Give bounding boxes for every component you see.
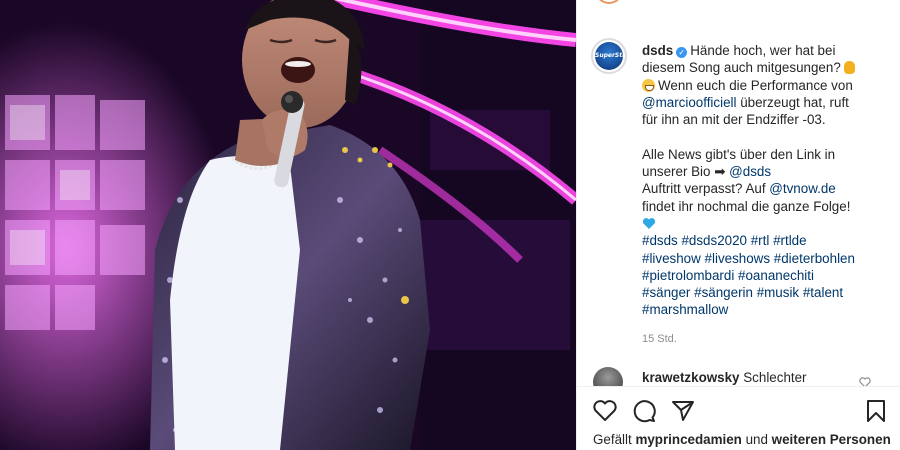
post-image[interactable] bbox=[0, 0, 576, 450]
bookmark-icon[interactable] bbox=[863, 398, 889, 424]
post-username[interactable]: dsds bbox=[642, 43, 673, 58]
blue-heart-emoji-icon bbox=[642, 218, 656, 229]
share-icon[interactable] bbox=[670, 398, 696, 424]
hashtag-link[interactable]: #musik bbox=[757, 285, 799, 300]
hashtag-line-2: #liveshow #liveshows #dieterbohlen bbox=[642, 250, 887, 267]
caption-text-7: unserer Bio ➡ bbox=[642, 164, 726, 180]
comment-item: krawetzkowsky Schlechter bbox=[642, 370, 807, 385]
likes-connector: und bbox=[745, 432, 768, 447]
caption-text-4: überzeugt hat, ruft bbox=[740, 94, 849, 110]
likes-prefix: Gefällt bbox=[593, 432, 632, 447]
hashtag-link[interactable]: #talent bbox=[803, 285, 843, 300]
comment-username[interactable]: krawetzkowsky bbox=[642, 370, 740, 385]
mention-link-tvnow[interactable]: @tvnow.de bbox=[769, 181, 835, 196]
hashtag-link[interactable]: #oananechiti bbox=[738, 268, 814, 283]
hashtag-link[interactable]: #dsds2020 bbox=[681, 233, 747, 248]
likes-others-link[interactable]: weiteren Personen bbox=[772, 432, 891, 447]
hashtag-link[interactable]: #sänger bbox=[642, 285, 690, 300]
hashtag-line-4: #sänger #sängerin #musik #talent bbox=[642, 284, 887, 301]
hashtag-line-5: #marshmallow bbox=[642, 301, 887, 318]
raised-hand-emoji-icon bbox=[843, 61, 855, 75]
comment-text: Schlechter bbox=[743, 370, 807, 385]
hashtag-line-1: #dsds #dsds2020 #rtl #rtlde bbox=[642, 232, 887, 249]
comment-icon[interactable] bbox=[631, 398, 657, 424]
caption-text-6: Alle News gibt's über den Link in bbox=[642, 146, 836, 162]
avatar-image: SuperStar bbox=[595, 42, 627, 70]
caption-text-5: für ihn an mit der Endziffer -03. bbox=[642, 112, 826, 128]
hashtag-link[interactable]: #rtlde bbox=[773, 233, 807, 248]
hashtag-link[interactable]: #liveshow bbox=[642, 251, 701, 266]
stage-performance-photo bbox=[0, 0, 576, 450]
story-ring-partial bbox=[595, 0, 623, 4]
grinning-face-emoji-icon bbox=[642, 78, 655, 92]
avatar-logo-text: SuperStar bbox=[595, 52, 627, 59]
hashtag-link[interactable]: #marshmallow bbox=[642, 302, 728, 317]
caption-text-9: findet ihr nochmal die ganze Folge! bbox=[642, 198, 851, 214]
mention-link-marcio[interactable]: @marcioofficiell bbox=[642, 95, 736, 110]
avatar[interactable]: SuperStar bbox=[591, 38, 627, 74]
caption-text-3: Wenn euch die Performance von bbox=[658, 77, 853, 93]
hashtag-line-3: #pietrolombardi #oananechiti bbox=[642, 267, 887, 284]
hashtag-link[interactable]: #sängerin bbox=[694, 285, 753, 300]
hashtag-link[interactable]: #rtl bbox=[751, 233, 770, 248]
caption-text-1: Hände hoch, wer hat bei bbox=[690, 43, 836, 58]
heart-icon[interactable] bbox=[592, 398, 618, 424]
hashtag-link[interactable]: #dieterbohlen bbox=[774, 251, 855, 266]
likes-summary: Gefällt myprincedamien und weiteren Pers… bbox=[593, 432, 891, 447]
mention-link-dsds[interactable]: @dsds bbox=[729, 164, 771, 179]
post-caption: dsds ✓ Hände hoch, wer hat bei diesem Song… bbox=[642, 42, 887, 319]
hashtag-link[interactable]: #dsds bbox=[642, 233, 678, 248]
verified-icon: ✓ bbox=[676, 47, 688, 58]
hashtag-link[interactable]: #liveshows bbox=[705, 251, 771, 266]
post-side-panel: SuperStar dsds ✓ Hände hoch, wer hat bei d… bbox=[576, 0, 900, 450]
caption-text-2: diesem Song auch mitgesungen? bbox=[642, 60, 841, 76]
post-timestamp[interactable]: 15 Std. bbox=[642, 333, 677, 345]
hashtag-link[interactable]: #pietrolombardi bbox=[642, 268, 734, 283]
likes-user-link[interactable]: myprincedamien bbox=[635, 432, 741, 447]
caption-text-8: Auftritt verpasst? Auf bbox=[642, 181, 766, 197]
